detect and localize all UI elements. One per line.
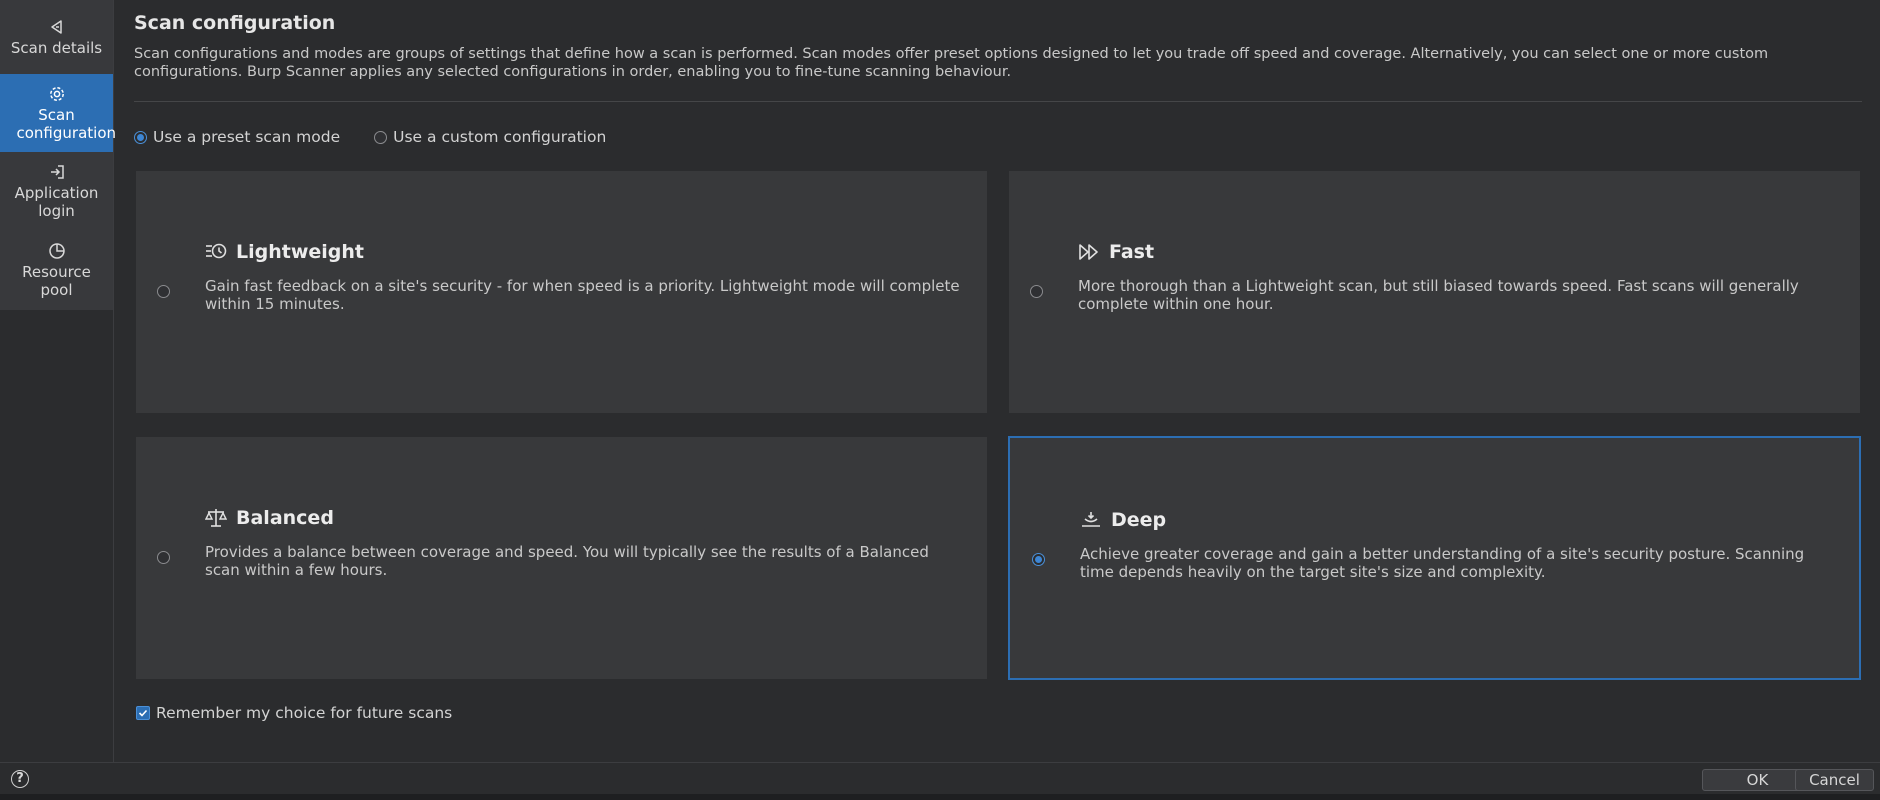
card-title: Lightweight bbox=[236, 241, 364, 263]
deep-dive-icon bbox=[1082, 512, 1100, 527]
balanced-radio[interactable] bbox=[157, 551, 170, 564]
cancel-button[interactable]: Cancel bbox=[1795, 769, 1874, 791]
custom-config-radio[interactable]: Use a custom configuration bbox=[374, 128, 606, 146]
login-icon bbox=[50, 165, 64, 179]
card-description: More thorough than a Lightweight scan, b… bbox=[1078, 277, 1799, 313]
card-heading: Lightweight bbox=[205, 241, 364, 263]
card-heading: Fast bbox=[1078, 241, 1154, 263]
checkmark-icon bbox=[138, 709, 148, 717]
sidebar-item-scan-details[interactable]: Scan details bbox=[0, 0, 113, 74]
radio-button[interactable] bbox=[374, 130, 388, 144]
dialog-footer: ? OK Cancel bbox=[0, 762, 1880, 795]
card-heading: Balanced bbox=[205, 507, 334, 529]
page-title: Scan configuration bbox=[134, 12, 336, 34]
scales-icon bbox=[205, 509, 227, 527]
sidebar-list: Scan details Scan configuration Applicat… bbox=[0, 0, 117, 310]
pie-chart-icon bbox=[48, 243, 65, 259]
scan-details-icon bbox=[50, 19, 62, 34]
card-title: Balanced bbox=[236, 507, 334, 529]
sidebar-item-scan-configuration[interactable]: Scan configuration bbox=[0, 74, 117, 152]
main-panel: Scan configuration Scan configurations a… bbox=[114, 0, 1880, 762]
gear-icon bbox=[49, 86, 64, 101]
checkbox[interactable] bbox=[136, 706, 150, 720]
remember-choice-label: Remember my choice for future scans bbox=[156, 704, 453, 722]
card-heading: Deep bbox=[1080, 509, 1166, 531]
card-title: Deep bbox=[1111, 509, 1167, 531]
fast-forward-icon bbox=[1079, 244, 1098, 260]
clock-list-icon bbox=[206, 243, 227, 259]
sidebar-item-application-login[interactable]: Application login bbox=[0, 152, 113, 231]
page-description: Scan configurations and modes are groups… bbox=[134, 46, 1769, 80]
sidebar: Scan details Scan configuration Applicat… bbox=[0, 0, 117, 762]
sidebar-item-label: Application login bbox=[14, 184, 99, 220]
card-title: Fast bbox=[1109, 241, 1155, 263]
divider bbox=[134, 101, 1862, 102]
preset-mode-radio[interactable]: Use a preset scan mode bbox=[134, 128, 340, 146]
fast-radio[interactable] bbox=[1030, 285, 1043, 298]
taskbar-strip bbox=[0, 794, 1880, 800]
help-icon[interactable]: ? bbox=[11, 770, 29, 788]
scan-mode-card-deep[interactable]: Deep Achieve greater coverage and gain a… bbox=[1008, 436, 1861, 680]
remember-choice-checkbox[interactable]: Remember my choice for future scans bbox=[136, 704, 452, 722]
custom-config-label: Use a custom configuration bbox=[393, 128, 607, 146]
deep-radio[interactable] bbox=[1032, 553, 1045, 566]
sidebar-item-label: Scan configuration bbox=[16, 105, 117, 142]
sidebar-item-resource-pool[interactable]: Resource pool bbox=[0, 231, 113, 310]
sidebar-item-label: Resource pool bbox=[22, 263, 91, 299]
sidebar-item-label: Scan details bbox=[10, 38, 103, 57]
scan-mode-card-lightweight[interactable]: Lightweight Gain fast feedback on a site… bbox=[136, 171, 987, 413]
scan-mode-selector: Use a preset scan mode Use a custom conf… bbox=[134, 128, 606, 146]
card-description: Achieve greater coverage and gain a bett… bbox=[1080, 545, 1805, 581]
scan-mode-card-fast[interactable]: Fast More thorough than a Lightweight sc… bbox=[1009, 171, 1860, 413]
card-description: Provides a balance between coverage and … bbox=[205, 543, 929, 579]
lightweight-radio[interactable] bbox=[157, 285, 170, 298]
preset-mode-label: Use a preset scan mode bbox=[153, 128, 341, 146]
radio-button[interactable] bbox=[134, 130, 147, 144]
scan-mode-card-balanced[interactable]: Balanced Provides a balance between cove… bbox=[136, 437, 987, 679]
card-description: Gain fast feedback on a site's security … bbox=[205, 277, 960, 313]
